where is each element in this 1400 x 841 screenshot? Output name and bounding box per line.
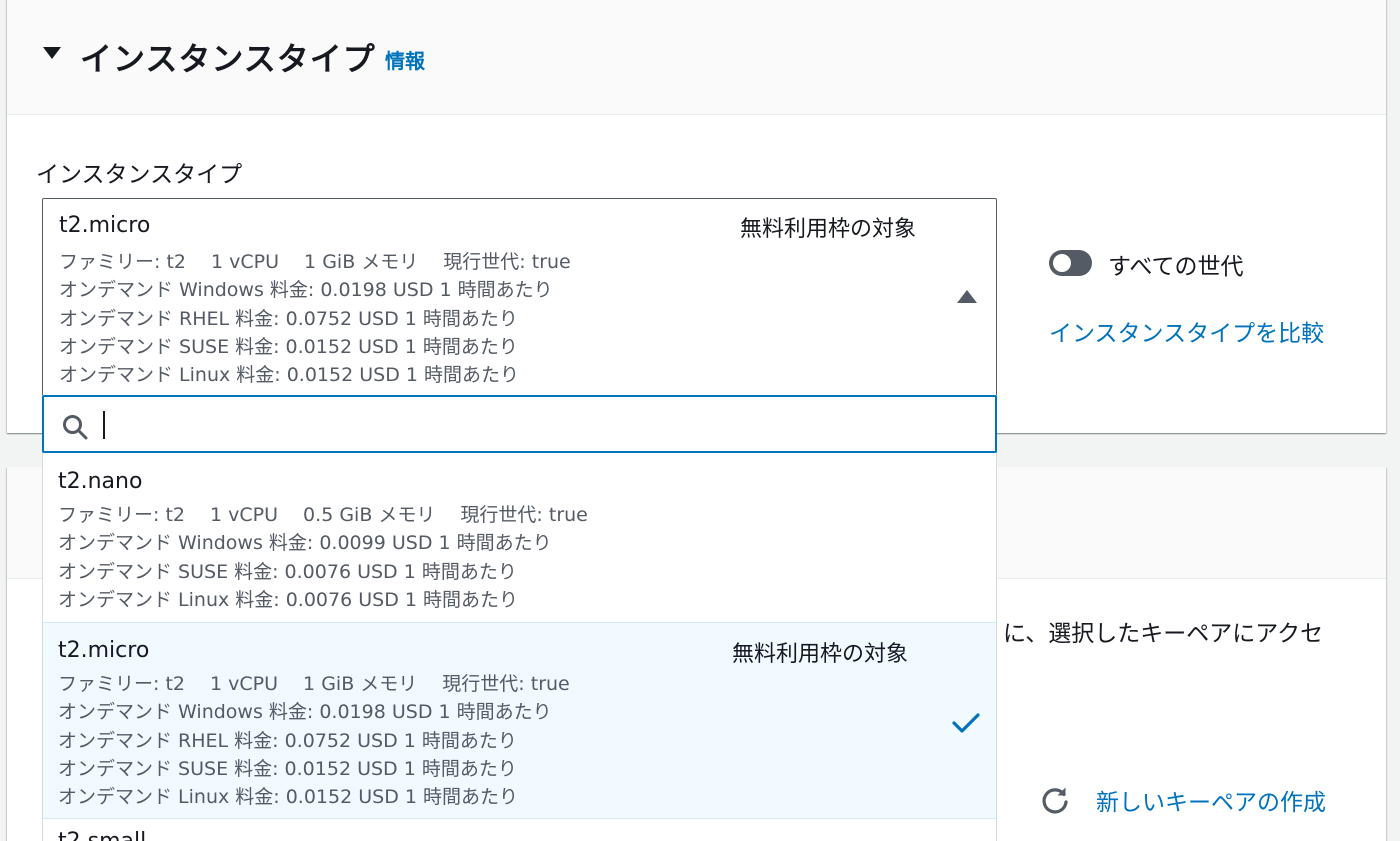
toggle-knob [1053, 254, 1071, 272]
caret-up-icon[interactable] [957, 290, 977, 303]
detail-line: ファミリー: t2 1 vCPU 1 GiB メモリ 現行世代: true [59, 251, 571, 273]
text-cursor [103, 411, 105, 439]
option-name: t2.micro [58, 638, 150, 663]
all-generations-toggle[interactable] [1049, 250, 1092, 276]
option-t2-small[interactable]: t2.small [43, 820, 996, 841]
all-generations-label: すべての世代 [1108, 254, 1244, 280]
selected-instance-name: t2.micro [59, 213, 151, 238]
key-pair-description: に、選択したキーペアにアクセ [1003, 621, 1324, 647]
option-name: t2.small [58, 829, 146, 841]
free-tier-label: 無料利用枠の対象 [740, 217, 917, 242]
detail-line: ファミリー: t2 1 vCPU 1 GiB メモリ 現行世代: true [58, 673, 570, 695]
option-details: ファミリー: t2 1 vCPU 0.5 GiB メモリ 現行世代: true … [58, 501, 588, 614]
option-t2-nano[interactable]: t2.nano ファミリー: t2 1 vCPU 0.5 GiB メモリ 現行世… [43, 456, 996, 622]
detail-line: オンデマンド Windows 料金: 0.0099 USD 1 時間あたり [58, 532, 552, 555]
page: インスタンスタイプ 情報 インスタンスタイプ t2.micro 無料利用枠の対象… [0, 0, 1400, 841]
option-details: ファミリー: t2 1 vCPU 1 GiB メモリ 現行世代: true オン… [58, 670, 570, 811]
refresh-icon[interactable] [1040, 785, 1070, 815]
detail-line: オンデマンド SUSE 料金: 0.0152 USD 1 時間あたり [59, 335, 518, 358]
search-icon [63, 415, 88, 440]
detail-line: オンデマンド Linux 料金: 0.0152 USD 1 時間あたり [59, 364, 519, 387]
panel-header: インスタンスタイプ 情報 [7, 0, 1386, 115]
detail-line: オンデマンド Linux 料金: 0.0076 USD 1 時間あたり [58, 588, 518, 611]
detail-line: オンデマンド Windows 料金: 0.0198 USD 1 時間あたり [59, 279, 553, 302]
checkmark-icon [952, 713, 980, 733]
create-key-pair-link[interactable]: 新しいキーペアの作成 [1096, 783, 1326, 817]
detail-line: ファミリー: t2 1 vCPU 0.5 GiB メモリ 現行世代: true [58, 504, 588, 526]
option-t2-micro[interactable]: t2.micro 無料利用枠の対象 ファミリー: t2 1 vCPU 1 GiB… [43, 622, 996, 819]
caret-down-icon[interactable] [43, 47, 61, 59]
option-name: t2.nano [58, 469, 143, 494]
selected-instance-details: ファミリー: t2 1 vCPU 1 GiB メモリ 現行世代: true オン… [59, 248, 571, 389]
free-tier-label: 無料利用枠の対象 [732, 642, 909, 667]
compare-instance-types-link[interactable]: インスタンスタイプを比較 [1049, 314, 1324, 348]
detail-line: オンデマンド SUSE 料金: 0.0076 USD 1 時間あたり [58, 560, 517, 583]
detail-line: オンデマンド RHEL 料金: 0.0752 USD 1 時間あたり [59, 307, 518, 330]
detail-line: オンデマンド SUSE 料金: 0.0152 USD 1 時間あたり [58, 757, 517, 780]
detail-line: オンデマンド Windows 料金: 0.0198 USD 1 時間あたり [58, 701, 552, 724]
panel-title[interactable]: インスタンスタイプ [80, 34, 376, 80]
info-link[interactable]: 情報 [385, 45, 425, 74]
detail-line: オンデマンド RHEL 料金: 0.0752 USD 1 時間あたり [58, 729, 517, 752]
search-input[interactable] [42, 395, 997, 453]
field-label: インスタンスタイプ [36, 162, 243, 188]
detail-line: オンデマンド Linux 料金: 0.0152 USD 1 時間あたり [58, 786, 518, 809]
instance-type-select[interactable]: t2.micro 無料利用枠の対象 ファミリー: t2 1 vCPU 1 GiB… [42, 198, 997, 398]
